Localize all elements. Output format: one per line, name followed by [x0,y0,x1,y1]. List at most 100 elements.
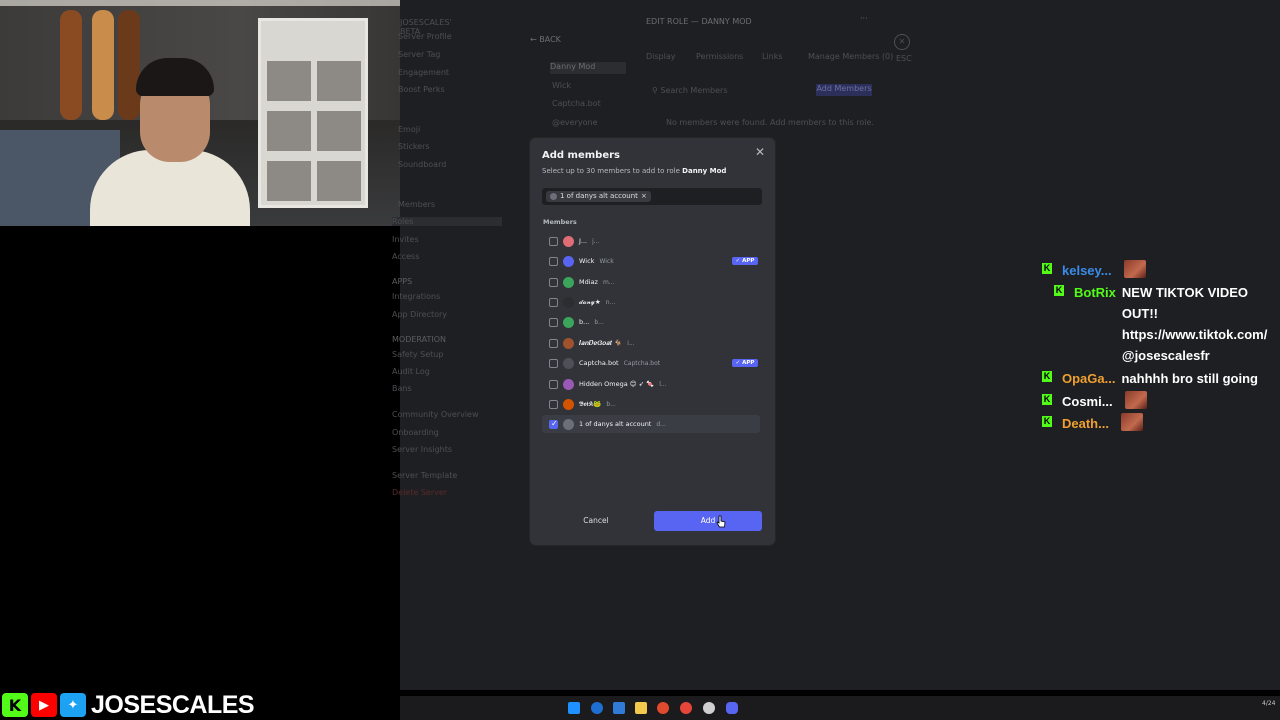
role-item[interactable]: Danny Mod [550,62,626,74]
member-row[interactable]: Wick Wick ✓ APP [542,252,760,270]
more-options-icon[interactable]: ··· [860,14,868,23]
search-members-input[interactable]: ⚲ Search Members [652,86,728,95]
sidebar-item[interactable]: Onboarding [392,428,439,437]
sidebar-item[interactable]: Bans [392,384,412,393]
sidebar-heading: APPS [392,277,413,286]
sidebar-item[interactable]: Invites [392,235,419,244]
role-item[interactable]: Wick [552,81,571,90]
member-row[interactable]: 𝓭𝓪𝓷𝔂★ n... [542,293,760,311]
member-username: b... [594,319,604,326]
member-checkbox[interactable] [549,358,558,368]
sidebar-item[interactable]: Stickers [398,142,430,151]
member-display-name: 𝓭𝓪𝓷𝔂★ [579,297,601,306]
member-row[interactable]: ✓ 1 of danys alt account d... [542,415,760,433]
member-row[interactable]: Mdiaz m... [542,273,760,291]
sidebar-item[interactable]: Community Overview [392,410,479,419]
sidebar-heading: MODERATION [392,335,447,344]
member-row[interactable]: Hidden Omega 😊 ➶ 🍬 l... [542,375,760,393]
modal-title: Add members [542,150,620,161]
tab-links[interactable]: Links [762,52,783,61]
member-checkbox[interactable] [549,338,558,348]
member-username: Captcha.bot [623,360,661,367]
app-badge: ✓ APP [732,359,758,367]
windows-start-icon[interactable] [568,702,580,714]
remove-chip-icon[interactable]: × [641,191,647,202]
close-settings-icon[interactable]: ✕ [894,34,910,50]
sidebar-item[interactable]: Server Template [392,471,457,480]
add-members-button[interactable]: Add Members [816,84,872,96]
sidebar-item[interactable]: Members [398,200,435,209]
member-display-name: Hidden Omega 😊 ➶ 🍬 [579,380,655,388]
cancel-button[interactable]: Cancel [571,514,621,528]
member-row[interactable]: 𝕭𝖔𝖙𝕶🐸 b... [542,395,760,413]
sidebar-item[interactable]: App Directory [392,310,447,319]
member-row[interactable]: b... b... [542,313,760,331]
selected-members-input[interactable]: 1 of danys alt account × [542,188,762,205]
member-name: b... b... [579,318,604,326]
member-checkbox[interactable] [549,317,558,327]
subtitle-text: Select up to 30 members to add to role [542,167,680,175]
sidebar-item[interactable]: Server Insights [392,445,452,454]
chat-message-line: OUT!! [1121,306,1158,321]
sidebar-item[interactable]: Boost Perks [398,85,445,94]
member-checkbox[interactable] [549,297,558,307]
kick-badge-icon: K [1042,394,1052,405]
role-item[interactable]: Captcha.bot [552,99,601,108]
back-button[interactable]: ← BACK [530,35,561,44]
sidebar-item[interactable]: Audit Log [392,367,430,376]
member-row[interactable]: 𝑰𝒂𝒏𝑫𝒆𝑮𝒐𝒂𝒕 🐐 i... [542,334,760,352]
member-name: Mdiaz m... [579,278,615,286]
firefox-icon[interactable] [657,702,669,714]
member-checkbox[interactable] [549,399,558,409]
sidebar-item[interactable]: Soundboard [398,160,446,169]
tab-display[interactable]: Display [646,52,676,61]
sidebar-item[interactable]: Access [392,252,419,261]
checkmark-icon: ✓ [551,418,558,428]
file-explorer-icon[interactable] [635,702,647,714]
edge-icon[interactable] [591,702,603,714]
member-row[interactable]: Captcha.bot Captcha.bot ✓ APP [542,354,760,372]
add-button[interactable]: Add [654,511,762,531]
edit-role-title: EDIT ROLE — DANNY MOD [646,17,752,26]
kick-badge-icon: K [1042,416,1052,427]
member-display-name: Captcha.bot [579,359,619,367]
store-icon[interactable] [613,702,625,714]
sidebar-item[interactable]: Integrations [392,292,440,301]
role-name: Danny Mod [682,167,727,175]
sidebar-item[interactable]: Emoji [398,125,420,134]
discord-icon[interactable] [726,702,738,714]
guitar [92,10,114,120]
sidebar-item-roles[interactable]: Roles [392,217,502,226]
member-display-name: 𝑰𝒂𝒏𝑫𝒆𝑮𝒐𝒂𝒕 🐐 [579,338,623,347]
member-checkbox[interactable] [549,277,558,287]
chat-username: Death... [1062,416,1109,431]
member-checkbox[interactable] [549,236,558,246]
member-name: 𝑰𝒂𝒏𝑫𝒆𝑮𝒐𝒂𝒕 🐐 i... [579,339,635,348]
avatar [563,316,574,328]
sidebar-item-delete-server[interactable]: Delete Server [392,488,447,497]
role-item[interactable]: @everyone [552,118,598,127]
member-display-name: J... [579,237,588,245]
member-username: b... [606,400,616,408]
sidebar-item[interactable]: Engagement [398,68,449,77]
member-username: l... [659,381,667,388]
tab-manage-members[interactable]: Manage Members (0) [808,52,893,61]
sidebar-item[interactable]: Server Profile [398,32,452,41]
member-display-name: b... [579,318,590,326]
emote-image [1120,413,1143,431]
obs-icon[interactable] [703,702,715,714]
member-username: i... [627,339,635,347]
member-checkbox[interactable]: ✓ [549,418,558,429]
member-checkbox[interactable] [549,379,558,389]
close-icon[interactable]: ✕ [754,145,766,159]
chrome-icon[interactable] [680,702,692,714]
kick-badge-icon: K [1054,285,1064,296]
member-display-name: 1 of danys alt account [579,420,652,428]
selected-member-chip[interactable]: 1 of danys alt account × [546,191,651,202]
member-row[interactable]: J... j... [542,232,760,250]
tab-permissions[interactable]: Permissions [696,52,743,61]
streamer-name: JOSESCALES [91,690,255,719]
sidebar-item[interactable]: Safety Setup [392,350,443,359]
member-checkbox[interactable] [549,256,558,266]
sidebar-item[interactable]: Server Tag [398,50,440,59]
